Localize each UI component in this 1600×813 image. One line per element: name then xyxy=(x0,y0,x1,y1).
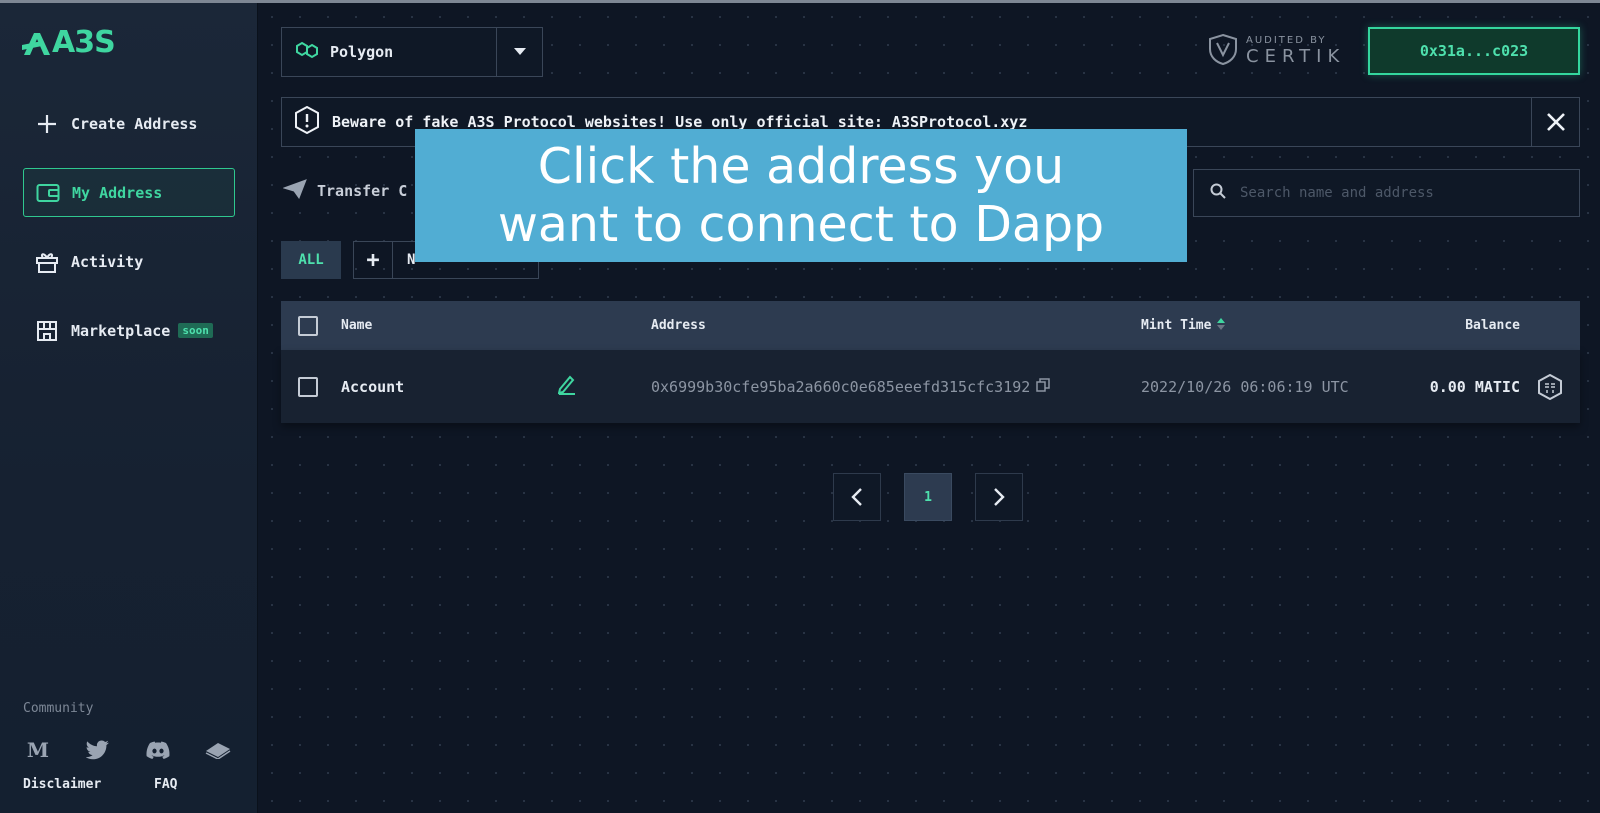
sidebar-item-activity[interactable]: Activity xyxy=(23,237,235,286)
search-box xyxy=(1193,169,1580,217)
column-header-name: Name xyxy=(341,318,373,333)
transfer-label: Transfer C xyxy=(317,182,408,200)
certik-audit-badge[interactable]: AUDITED BY CERTIK xyxy=(1208,33,1345,69)
caption-line-2: want to connect to Dapp xyxy=(497,195,1105,253)
polygon-icon xyxy=(294,40,320,64)
search-input[interactable] xyxy=(1240,185,1560,201)
faq-link[interactable]: FAQ xyxy=(154,777,177,792)
alert-icon xyxy=(294,105,320,138)
row-checkbox[interactable] xyxy=(298,376,318,397)
a3s-logo[interactable]: A3S xyxy=(22,25,116,60)
sort-icon[interactable] xyxy=(1217,317,1226,334)
plus-icon xyxy=(35,112,59,136)
audited-by-label: AUDITED BY xyxy=(1246,35,1327,46)
network-select[interactable]: Polygon xyxy=(281,27,543,77)
chevron-right-icon[interactable] xyxy=(975,473,1023,521)
page-number-current[interactable]: 1 xyxy=(904,473,952,521)
sidebar-item-label: Marketplace xyxy=(71,321,171,340)
column-header-mint-time[interactable]: Mint Time xyxy=(1141,317,1411,334)
caption-line-1: Click the address you xyxy=(537,137,1065,195)
sidebar-item-create-address[interactable]: Create Address xyxy=(23,99,235,148)
add-category-button[interactable]: + xyxy=(353,241,393,279)
search-icon xyxy=(1210,183,1226,203)
network-name: Polygon xyxy=(330,43,394,61)
mint-time: 2022/10/26 06:06:19 UTC xyxy=(1141,377,1349,396)
sidebar-item-my-address[interactable]: My Address xyxy=(23,168,235,217)
wallet-address-button[interactable]: 0x31a...c023 xyxy=(1368,27,1580,75)
medium-icon[interactable]: M xyxy=(25,738,51,762)
balance: 0.00 MATIC xyxy=(1429,377,1520,396)
store-icon xyxy=(35,319,59,343)
sidebar-item-label: My Address xyxy=(72,183,163,202)
pagination: 1 xyxy=(833,473,1023,521)
logo-mark-icon xyxy=(22,32,50,55)
filter-all-button[interactable]: ALL xyxy=(281,241,341,279)
wallet-icon xyxy=(36,181,60,205)
soon-badge: soon xyxy=(178,323,213,338)
chevron-down-icon[interactable] xyxy=(496,28,542,76)
address-table: Name Address Mint Time Balance Account 0… xyxy=(281,301,1580,423)
sidebar-item-label: Create Address xyxy=(71,114,198,133)
account-name[interactable]: Account xyxy=(341,378,404,396)
column-header-address: Address xyxy=(651,318,706,333)
transfer-button[interactable]: Transfer C xyxy=(282,179,408,203)
logo-text: A3S xyxy=(52,25,116,60)
sidebar-item-label: Activity xyxy=(71,252,144,271)
discord-icon[interactable] xyxy=(145,739,171,761)
twitter-icon[interactable] xyxy=(85,739,111,761)
column-header-balance: Balance xyxy=(1465,318,1520,333)
table-header: Name Address Mint Time Balance xyxy=(281,301,1580,350)
chevron-left-icon[interactable] xyxy=(833,473,881,521)
social-links: M xyxy=(25,738,231,762)
community-label: Community xyxy=(23,701,94,716)
select-all-checkbox[interactable] xyxy=(298,315,318,336)
tutorial-caption-overlay: Click the address you want to connect to… xyxy=(415,129,1187,262)
disclaimer-link[interactable]: Disclaimer xyxy=(23,777,101,792)
certik-label: CERTIK xyxy=(1246,46,1346,67)
gift-icon xyxy=(35,250,59,274)
send-icon xyxy=(282,179,307,203)
account-address[interactable]: 0x6999b30cfe95ba2a660c0e685eeefd315cfc31… xyxy=(651,378,1030,396)
edit-icon[interactable] xyxy=(557,375,576,399)
copy-icon[interactable] xyxy=(1036,377,1051,396)
gitbook-icon[interactable] xyxy=(205,739,231,761)
main-content: Polygon AUDITED BY CERTIK 0x31a...c023 B… xyxy=(258,3,1600,813)
close-icon[interactable] xyxy=(1531,98,1579,146)
sidebar-item-marketplace[interactable]: Marketplace soon xyxy=(23,306,235,355)
table-row[interactable]: Account 0x6999b30cfe95ba2a660c0e685eeefd… xyxy=(281,350,1580,423)
sbt-token-icon[interactable] xyxy=(1520,373,1580,400)
certik-shield-icon xyxy=(1208,33,1238,69)
sidebar: A3S Create Address My Address Activity M… xyxy=(0,3,258,813)
